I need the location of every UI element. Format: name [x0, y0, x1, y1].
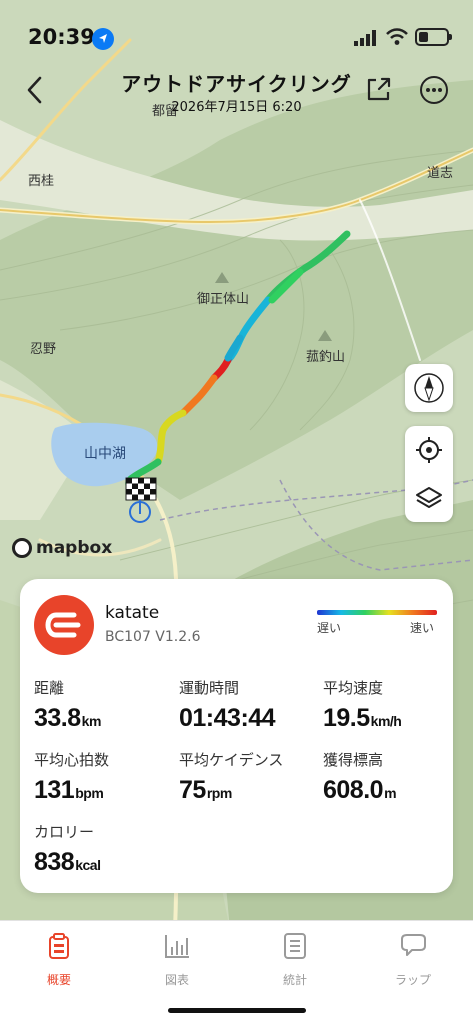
layers-button[interactable]: [405, 474, 453, 522]
location-arrow-icon: [92, 28, 114, 50]
more-options-button[interactable]: [418, 74, 450, 106]
avatar[interactable]: [34, 595, 94, 655]
layers-icon: [416, 487, 442, 508]
map-label-doshi: 道志: [427, 166, 454, 181]
device-info: BC107 V1.2.6: [105, 629, 201, 645]
stat-avg-heart-rate: 平均心拍数 131bpm: [34, 751, 110, 804]
mapbox-logo[interactable]: mapbox: [12, 538, 112, 558]
stat-avg-cadence: 平均ケイデンス 75rpm: [179, 751, 284, 804]
wifi-icon: [386, 28, 408, 45]
tab-charts[interactable]: 図表: [118, 931, 236, 991]
tab-stats[interactable]: 統計: [236, 931, 354, 991]
stat-distance: 距離 33.8km: [34, 679, 101, 732]
list-icon: [284, 933, 306, 959]
speed-legend-bar: [317, 610, 437, 615]
map-label-mishotai: 御正体山: [197, 292, 250, 307]
user-name: katate: [105, 603, 160, 623]
map-label-nishikatsura: 西桂: [28, 174, 55, 189]
signal-icon: [354, 30, 376, 46]
share-button[interactable]: [364, 74, 394, 104]
locate-button[interactable]: [405, 426, 453, 474]
legend-slow-label: 遅い: [317, 621, 342, 635]
tab-overview[interactable]: 概要: [0, 931, 118, 991]
activity-date: 2026年7月15日 6:20: [171, 100, 302, 115]
stat-duration: 運動時間 01:43:44: [179, 679, 276, 732]
stat-calories: カロリー 838kcal: [34, 823, 101, 876]
map-controls: [405, 426, 453, 522]
battery-icon: [415, 28, 452, 46]
legend-fast-label: 速い: [410, 621, 435, 635]
status-bar: 20:39: [0, 0, 473, 62]
home-indicator: [168, 1008, 306, 1013]
chat-icon: [401, 934, 426, 956]
tab-laps[interactable]: ラップ: [354, 931, 472, 991]
map-label-komatsuri: 菰釣山: [306, 350, 346, 365]
map-label-yamanakako: 山中湖: [84, 446, 126, 462]
mapbox-logo-icon: [12, 538, 32, 558]
clipboard-icon: [49, 933, 69, 959]
page-title: アウトドアサイクリング: [121, 72, 352, 96]
compass-icon: [414, 373, 444, 403]
summary-card: katate BC107 V1.2.6 遅い 速い 距離 33.8km 運動時間…: [20, 579, 453, 893]
locate-icon: [416, 437, 442, 463]
chart-icon: [165, 935, 189, 958]
map-label-oshino: 忍野: [30, 342, 57, 357]
compass-button[interactable]: [405, 364, 453, 412]
stat-elevation-gain: 獲得標高 608.0m: [323, 751, 397, 804]
brand-logo-icon: [45, 612, 81, 638]
stat-avg-speed: 平均速度 19.5km/h: [323, 679, 402, 732]
status-time: 20:39: [28, 25, 95, 49]
